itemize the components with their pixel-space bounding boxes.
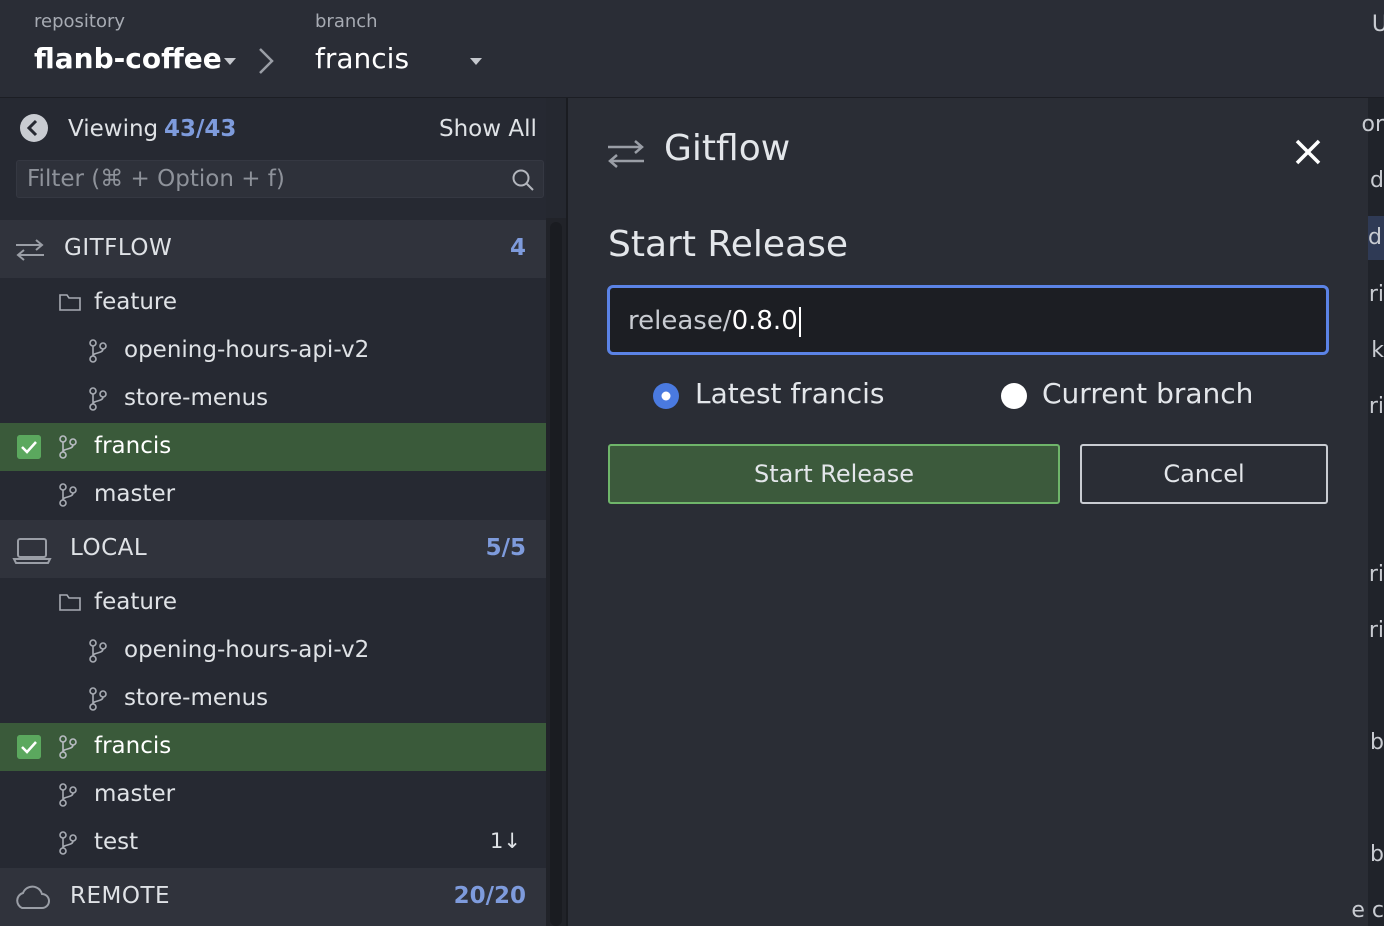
gitflow-branch-francis[interactable]: francis xyxy=(0,423,546,471)
edge-letter: ri xyxy=(1368,618,1384,643)
branch-name[interactable]: francis xyxy=(315,42,409,75)
folder-icon xyxy=(59,294,81,311)
laptop-icon xyxy=(12,538,52,564)
gitflow-section-header[interactable]: GITFLOW 4 xyxy=(0,220,546,278)
start-release-button[interactable]: Start Release xyxy=(608,444,1060,504)
cancel-button[interactable]: Cancel xyxy=(1080,444,1328,504)
edge-letter: ri xyxy=(1368,282,1384,307)
edge-letter: ri xyxy=(1368,394,1384,419)
branch-label: branch xyxy=(315,11,378,32)
local-branch-store-menus[interactable]: store-menus xyxy=(0,675,546,723)
edge-letter: ri xyxy=(1368,562,1384,587)
gitflow-icon xyxy=(16,239,44,261)
radio-latest-francis[interactable] xyxy=(652,382,680,410)
branch-icon xyxy=(59,435,77,459)
edge-letter: b xyxy=(1370,842,1384,867)
local-section-header[interactable]: LOCAL 5/5 xyxy=(0,520,546,578)
list-item-label: store-menus xyxy=(124,685,269,711)
viewing-count: 43/43 xyxy=(164,116,237,142)
remote-section-title: REMOTE xyxy=(70,883,171,909)
show-all-button[interactable]: Show All xyxy=(439,116,537,142)
branch-icon xyxy=(89,687,107,711)
checkmark-icon xyxy=(17,435,41,459)
folder-icon xyxy=(59,594,81,611)
repository-dropdown-icon[interactable] xyxy=(224,58,236,65)
list-item-label: francis xyxy=(94,433,172,459)
edge-letter: b xyxy=(1370,730,1384,755)
edge-letter: k xyxy=(1371,338,1384,363)
release-name-input[interactable]: release/0.8.0 xyxy=(607,285,1329,355)
viewing-row: Viewing 43/43 Show All xyxy=(0,98,546,160)
branch-icon xyxy=(89,639,107,663)
back-icon[interactable] xyxy=(20,114,48,142)
list-item-label: opening-hours-api-v2 xyxy=(124,637,370,663)
list-item-label: store-menus xyxy=(124,385,269,411)
local-branch-francis[interactable]: francis xyxy=(0,723,546,771)
chevron-right-icon xyxy=(259,48,274,74)
filter-input[interactable]: Filter (⌘ + Option + f) xyxy=(16,160,544,198)
branch-icon xyxy=(59,831,77,855)
dialog-subtitle: Start Release xyxy=(608,224,849,265)
viewing-label: Viewing xyxy=(68,116,159,142)
edge-letter: d xyxy=(1368,216,1384,260)
list-item-label: opening-hours-api-v2 xyxy=(124,337,370,363)
input-value: 0.8.0 xyxy=(731,306,798,336)
local-branch-master[interactable]: master xyxy=(0,771,546,819)
branch-dropdown-icon[interactable] xyxy=(470,58,482,65)
local-section-title: LOCAL xyxy=(70,535,148,561)
edge-letter: or xyxy=(1361,112,1384,137)
branch-icon xyxy=(59,483,77,507)
gitflow-icon xyxy=(608,140,644,168)
branch-icon xyxy=(59,783,77,807)
branch-icon xyxy=(89,387,107,411)
close-icon[interactable] xyxy=(1292,136,1324,168)
search-icon xyxy=(512,169,534,191)
list-item-label: francis xyxy=(94,733,172,759)
branch-icon xyxy=(89,339,107,363)
edge-letter: U xyxy=(1371,12,1384,37)
repository-label: repository xyxy=(34,11,126,32)
local-section-count: 5/5 xyxy=(485,535,526,561)
local-branch-opening-hours-api-v2[interactable]: opening-hours-api-v2 xyxy=(0,627,546,675)
checkmark-icon xyxy=(17,735,41,759)
remote-section-header[interactable]: REMOTE 20/20 xyxy=(0,868,546,926)
list-item-label: feature xyxy=(94,589,178,615)
gitflow-panel xyxy=(568,98,1368,926)
radio-latest-francis-label[interactable]: Latest francis xyxy=(695,377,884,410)
top-bar: repository flanb-coffee branch francis U xyxy=(0,0,1384,98)
local-branch-test[interactable]: test 1↓ xyxy=(0,819,546,867)
remote-section-count: 20/20 xyxy=(453,883,526,909)
local-folder-feature[interactable]: feature xyxy=(0,579,546,627)
gitflow-folder-feature[interactable]: feature xyxy=(0,279,546,327)
edge-letter: d xyxy=(1370,168,1384,193)
list-item-label: test xyxy=(94,829,139,855)
list-item-label: master xyxy=(94,781,176,807)
edge-letter: e c xyxy=(1351,898,1384,923)
behind-count-badge: 1↓ xyxy=(490,829,521,853)
dialog-title: Gitflow xyxy=(664,128,791,169)
list-item-label: master xyxy=(94,481,176,507)
list-item-label: feature xyxy=(94,289,178,315)
cloud-icon xyxy=(16,885,50,909)
gitflow-section-title: GITFLOW xyxy=(64,235,173,261)
branch-icon xyxy=(59,735,77,759)
sidebar-scrollbar-thumb[interactable] xyxy=(550,222,562,926)
radio-current-branch-label[interactable]: Current branch xyxy=(1042,377,1253,410)
gitflow-section-count: 4 xyxy=(509,235,526,261)
input-prefix: release/ xyxy=(628,306,732,336)
text-cursor xyxy=(798,306,801,337)
repository-name[interactable]: flanb-coffee xyxy=(34,42,222,75)
radio-current-branch[interactable] xyxy=(1000,382,1028,410)
gitflow-branch-opening-hours-api-v2[interactable]: opening-hours-api-v2 xyxy=(0,327,546,375)
filter-placeholder: Filter (⌘ + Option + f) xyxy=(27,166,285,192)
gitflow-branch-master[interactable]: master xyxy=(0,471,546,519)
gitflow-branch-store-menus[interactable]: store-menus xyxy=(0,375,546,423)
